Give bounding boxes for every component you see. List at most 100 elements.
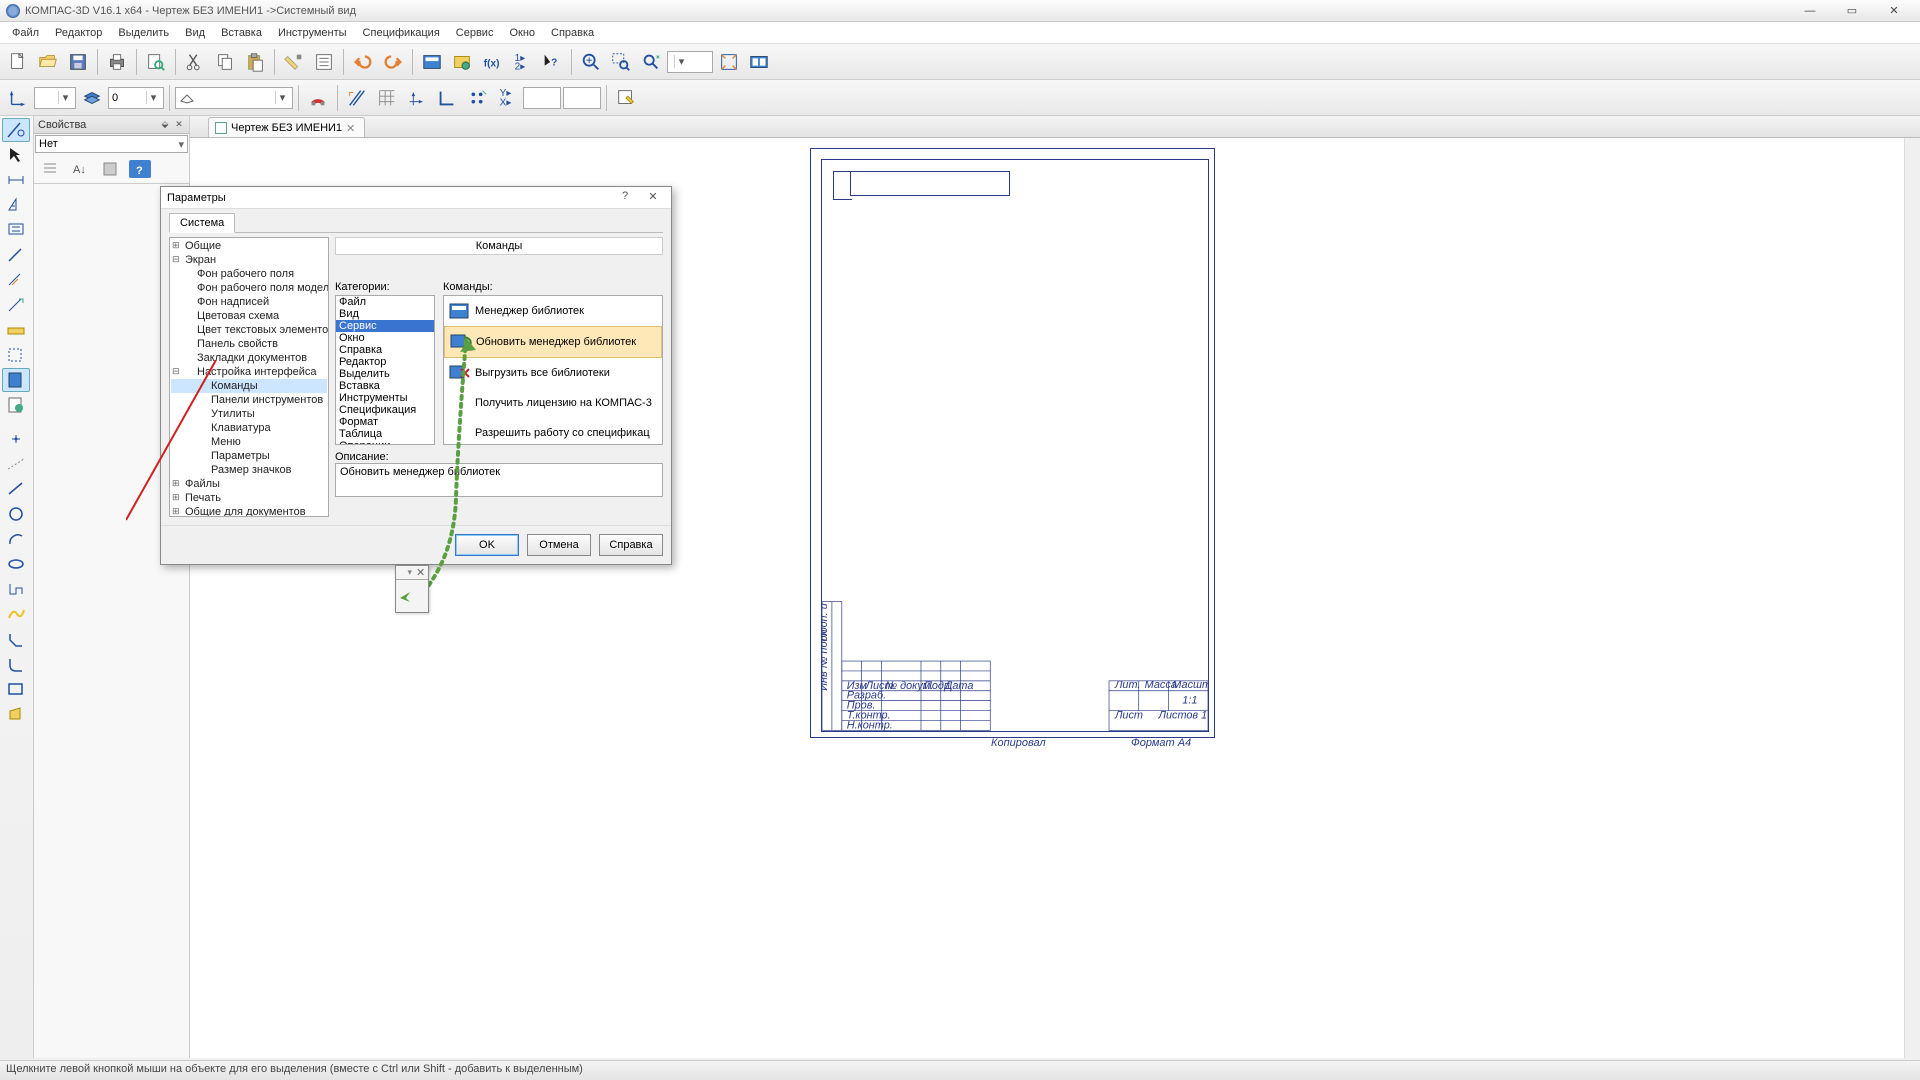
polygon-tool[interactable] [2,702,30,726]
paste-button[interactable] [241,48,269,76]
grid-button[interactable] [373,84,401,112]
open-button[interactable] [34,48,62,76]
settings-tree[interactable]: ОбщиеЭкранФон рабочего поляФон рабочего … [169,237,329,517]
menu-service[interactable]: Сервис [448,24,502,42]
copy-button[interactable] [211,48,239,76]
tree-node[interactable]: Команды [171,379,327,393]
maximize-button[interactable]: ▭ [1832,2,1872,20]
aux-line-tool[interactable] [2,452,30,476]
document-tab[interactable]: Чертеж БЕЗ ИМЕНИ1 ✕ [208,117,365,137]
coord-system-button[interactable] [4,84,32,112]
category-item[interactable]: Файл [336,296,434,308]
category-item[interactable]: Вид [336,308,434,320]
properties-object-combo[interactable]: Нет▾ [35,135,188,153]
menu-insert[interactable]: Вставка [213,24,270,42]
rectangle-tool[interactable] [2,677,30,701]
command-item[interactable]: Обновить менеджер библиотек [444,326,662,358]
minimize-button[interactable]: — [1790,2,1830,20]
commands-listbox[interactable]: Менеджер библиотекОбновить менеджер библ… [443,295,663,445]
print-button[interactable] [103,48,131,76]
zoom-dynamic-button[interactable] [637,48,665,76]
props-categorize-button[interactable] [36,157,64,181]
tree-node[interactable]: Печать [171,491,327,505]
menu-tools[interactable]: Инструменты [270,24,355,42]
xy-label-button[interactable]: Y▸X▸ [493,84,521,112]
zoom-combo[interactable]: ▾ [667,51,713,73]
menu-file[interactable]: Файл [4,24,47,42]
menu-spec[interactable]: Спецификация [355,24,448,42]
layer-state-button[interactable] [78,84,106,112]
preview-button[interactable] [142,48,170,76]
category-item[interactable]: Операции [336,440,434,445]
ellipse-tool[interactable] [2,552,30,576]
spline-tool[interactable] [2,602,30,626]
undo-button[interactable] [349,48,377,76]
menu-window[interactable]: Окно [501,24,543,42]
construction-designation-tool[interactable] [2,218,30,242]
categories-listbox[interactable]: ФайлВидСервисОкноСправкаРедакторВыделить… [335,295,435,445]
arc-tool[interactable] [2,527,30,551]
tree-node[interactable]: Файлы [171,477,327,491]
close-button[interactable]: ✕ [1874,2,1914,20]
zoom-all-button[interactable] [745,48,773,76]
dialog-tab-system[interactable]: Система [169,213,235,233]
command-item[interactable]: Разрешить работу со спецификац [444,418,662,445]
category-item[interactable]: Вставка [336,380,434,392]
library-manager-button[interactable] [418,48,446,76]
command-item[interactable]: Выгрузить все библиотеки [444,358,662,388]
edit-tool[interactable] [2,243,30,267]
designation-tool[interactable] [2,193,30,217]
tree-node[interactable]: Размер значков [171,463,327,477]
vertical-scrollbar[interactable] [1904,138,1920,1058]
menu-view[interactable]: Вид [177,24,213,42]
props-az-button[interactable]: A↓ [66,157,94,181]
cancel-button[interactable]: Отмена [527,534,591,556]
tree-node[interactable]: Фон рабочего поля моделей [171,281,327,295]
category-item[interactable]: Инструменты [336,392,434,404]
measure-tool[interactable] [2,318,30,342]
chamfer-tool[interactable] [2,627,30,651]
fillet-tool[interactable] [2,652,30,676]
ortho-button[interactable] [433,84,461,112]
view-combo[interactable]: ▾ [34,87,76,109]
command-item[interactable]: Менеджер библиотек [444,296,662,326]
snap-toggle[interactable] [304,84,332,112]
tree-node[interactable]: Общие [171,239,327,253]
category-item[interactable]: Таблица [336,428,434,440]
round-button[interactable] [463,84,491,112]
list-button[interactable] [310,48,338,76]
zoom-fit-button[interactable] [715,48,743,76]
unfold-tool[interactable] [2,577,30,601]
cut-button[interactable] [181,48,209,76]
tree-node[interactable]: Фон рабочего поля [171,267,327,281]
local-cs-button[interactable] [403,84,431,112]
tree-node[interactable]: Общие для документов [171,505,327,517]
param-mode-button[interactable] [343,84,371,112]
menu-editor[interactable]: Редактор [47,24,110,42]
variables-button[interactable] [448,48,476,76]
style-combo[interactable]: ▾ [175,87,293,109]
ok-button[interactable]: OK [455,534,519,556]
tree-node[interactable]: Цветовая схема [171,309,327,323]
save-button[interactable] [64,48,92,76]
reporting-tool[interactable] [2,393,30,417]
menu-help[interactable]: Справка [543,24,602,42]
circle-tool[interactable] [2,502,30,526]
layer-combo[interactable]: 0▾ [108,87,164,109]
edit-macro-button[interactable] [612,84,640,112]
menu-select[interactable]: Выделить [110,24,177,42]
geometry-tool[interactable] [2,118,30,142]
tree-node[interactable]: Фон надписей [171,295,327,309]
tab-close-icon[interactable]: ✕ [346,122,358,134]
category-item[interactable]: Редактор [336,356,434,368]
props-filter-button[interactable] [96,157,124,181]
tree-node[interactable]: Параметры [171,449,327,463]
new-doc-button[interactable] [4,48,32,76]
command-item[interactable]: Получить лицензию на КОМПАС-3 [444,388,662,418]
redo-button[interactable] [379,48,407,76]
segment-tool[interactable] [2,477,30,501]
panel-pin-icon[interactable]: ⬙ [159,119,171,131]
tree-node[interactable]: Утилиты [171,407,327,421]
category-item[interactable]: Окно [336,332,434,344]
category-item[interactable]: Выделить [336,368,434,380]
